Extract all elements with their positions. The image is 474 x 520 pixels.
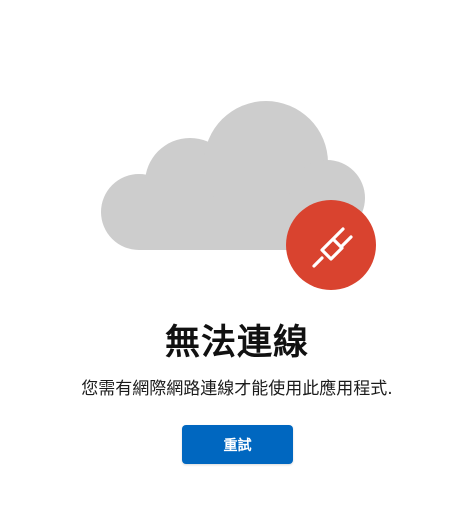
retry-button[interactable]: 重試: [182, 425, 293, 464]
offline-illustration: [101, 101, 376, 290]
page-title: 無法連線: [164, 323, 309, 363]
plug-badge: [286, 200, 376, 290]
error-message: 您需有網際網路連線才能使用此應用程式.: [81, 379, 393, 399]
